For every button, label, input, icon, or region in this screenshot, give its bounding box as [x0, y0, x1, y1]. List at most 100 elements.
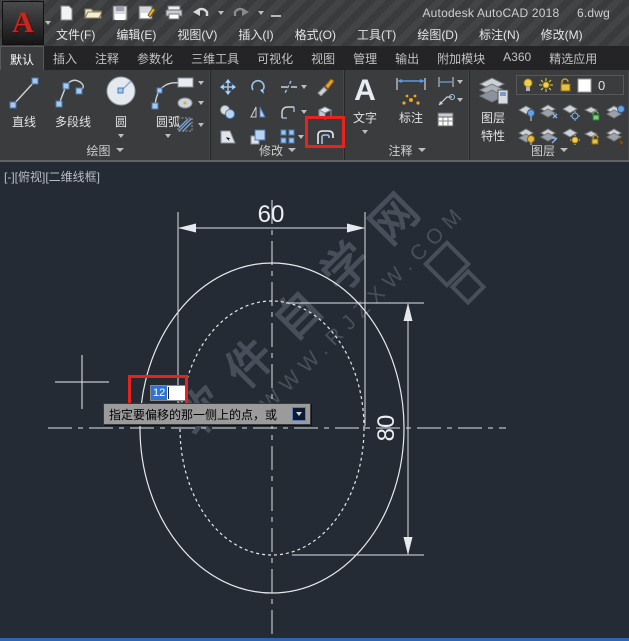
- layer-color-swatch: [577, 78, 592, 93]
- menu-draw[interactable]: 绘图(D): [417, 26, 458, 43]
- tab-view[interactable]: 视图: [302, 46, 344, 70]
- app-menu-dropdown-arrow[interactable]: [45, 21, 51, 28]
- tab-manage[interactable]: 管理: [344, 46, 386, 70]
- new-file-button[interactable]: [56, 3, 76, 22]
- redo-button[interactable]: [231, 3, 251, 22]
- ellipse-tool[interactable]: [176, 96, 204, 110]
- input-highlight-box: [128, 375, 188, 406]
- leader-dropdown-arrow[interactable]: [457, 98, 463, 105]
- rotate-tool[interactable]: [249, 78, 279, 96]
- array-dropdown-arrow[interactable]: [298, 135, 304, 142]
- layer-freeze-icon[interactable]: [540, 104, 559, 121]
- text-tool[interactable]: A 文字: [353, 74, 377, 137]
- tab-a360[interactable]: A360: [494, 46, 540, 70]
- text-dropdown-arrow[interactable]: [362, 130, 368, 137]
- hatch-dropdown-arrow[interactable]: [198, 123, 204, 130]
- ellipse-dropdown-arrow[interactable]: [198, 101, 204, 108]
- linear-dim-dropdown-arrow[interactable]: [457, 80, 463, 87]
- layer-off-icon[interactable]: [562, 104, 581, 121]
- autocad-window: Autodesk AutoCAD 2018 6.dwg: [0, 0, 629, 641]
- circle-tool[interactable]: 圆: [104, 74, 138, 141]
- copy-tool[interactable]: [219, 104, 249, 120]
- tab-output[interactable]: 输出: [386, 46, 428, 70]
- quick-access-toolbar: [56, 3, 281, 22]
- line-icon: [6, 74, 42, 112]
- application-menu-button[interactable]: A: [2, 1, 44, 45]
- app-title: Autodesk AutoCAD 2018: [422, 6, 559, 20]
- layer-isolate-icon[interactable]: [518, 104, 537, 121]
- layers-panel-label[interactable]: 图层: [470, 142, 629, 158]
- save-as-button[interactable]: [137, 3, 157, 22]
- line-tool[interactable]: 直线: [6, 74, 42, 141]
- circle-dropdown-arrow[interactable]: [118, 134, 124, 141]
- menu-view[interactable]: 视图(V): [177, 26, 217, 43]
- rectangle-icon: [176, 76, 196, 90]
- annotate-panel-expand-arrow: [418, 148, 426, 156]
- leader-icon: [437, 93, 455, 107]
- layer-state-row[interactable]: 0: [516, 75, 624, 95]
- tab-add-ins[interactable]: 附加模块: [428, 46, 494, 70]
- autocad-logo-icon: A: [12, 6, 34, 40]
- polyline-icon: [52, 74, 94, 112]
- layer-match-icon[interactable]: [606, 104, 626, 121]
- layer-properties-tool[interactable]: 图层 特性: [476, 74, 510, 144]
- redo-dropdown-arrow[interactable]: [258, 11, 264, 18]
- dimension-icon: [391, 74, 431, 108]
- tab-annotate[interactable]: 注释: [86, 46, 128, 70]
- text-icon: A: [354, 74, 376, 108]
- move-tool[interactable]: [219, 78, 249, 96]
- dimension-80[interactable]: 80: [286, 303, 424, 555]
- trim-dropdown-arrow[interactable]: [301, 85, 307, 92]
- menu-format[interactable]: 格式(O): [295, 26, 336, 43]
- dim-height-text: 80: [373, 415, 400, 442]
- ellipse-icon: [176, 96, 196, 110]
- circle-icon: [104, 74, 138, 112]
- dimension-tool[interactable]: 标注: [391, 74, 431, 137]
- drawing-canvas[interactable]: [-][俯视][二维线框] 软件自学网 WWW.RJZXW.COM: [0, 162, 629, 638]
- annotate-panel: A 文字 标注: [345, 70, 470, 160]
- arc-dropdown-arrow[interactable]: [165, 134, 171, 141]
- menu-tools[interactable]: 工具(T): [357, 26, 396, 43]
- annotate-panel-label[interactable]: 注释: [345, 142, 469, 158]
- qat-customize-icon[interactable]: [271, 15, 281, 17]
- cad-drawing: 60 80: [0, 162, 629, 638]
- tab-3d-tools[interactable]: 三维工具: [182, 46, 248, 70]
- menu-edit[interactable]: 编辑(E): [116, 26, 156, 43]
- rectangle-tool[interactable]: [176, 76, 204, 90]
- erase-tool[interactable]: [315, 78, 341, 96]
- trim-icon: [279, 79, 299, 95]
- prompt-text: 指定要偏移的那一侧上的点，或: [109, 406, 277, 423]
- menu-file[interactable]: 文件(F): [56, 26, 95, 43]
- trim-tool[interactable]: [279, 79, 315, 95]
- rectangle-dropdown-arrow[interactable]: [198, 81, 204, 88]
- plot-button[interactable]: [164, 3, 184, 22]
- title-bar: Autodesk AutoCAD 2018 6.dwg: [0, 0, 629, 46]
- down-arrow-icon: [296, 412, 302, 419]
- hatch-icon: [176, 116, 196, 133]
- layer-lock-icon[interactable]: [584, 104, 601, 121]
- tab-parametric[interactable]: 参数化: [128, 46, 182, 70]
- tab-insert[interactable]: 插入: [44, 46, 86, 70]
- save-button[interactable]: [110, 3, 130, 22]
- linear-dim-tool[interactable]: [437, 76, 463, 88]
- polyline-tool[interactable]: 多段线: [52, 74, 94, 141]
- mirror-tool[interactable]: [249, 104, 279, 120]
- rotate-icon: [249, 78, 267, 96]
- hatch-tool[interactable]: [176, 116, 204, 133]
- undo-dropdown-arrow[interactable]: [218, 11, 224, 18]
- menu-modify[interactable]: 修改(M): [541, 26, 583, 43]
- draw-panel-label[interactable]: 绘图: [0, 142, 210, 158]
- layer-unlock-icon: [559, 78, 571, 92]
- menu-insert[interactable]: 插入(I): [238, 26, 273, 43]
- tab-home[interactable]: 默认: [0, 46, 44, 70]
- layers-panel: 图层 特性 0: [470, 70, 629, 160]
- menu-dimension[interactable]: 标注(N): [479, 26, 520, 43]
- tab-featured-apps[interactable]: 精选应用: [540, 46, 606, 70]
- table-tool[interactable]: [437, 112, 463, 127]
- linear-dim-icon: [437, 76, 455, 88]
- undo-button[interactable]: [191, 3, 211, 22]
- leader-tool[interactable]: [437, 93, 463, 107]
- tab-visualize[interactable]: 可视化: [248, 46, 302, 70]
- open-file-button[interactable]: [83, 3, 103, 22]
- prompt-options-button[interactable]: [292, 407, 306, 421]
